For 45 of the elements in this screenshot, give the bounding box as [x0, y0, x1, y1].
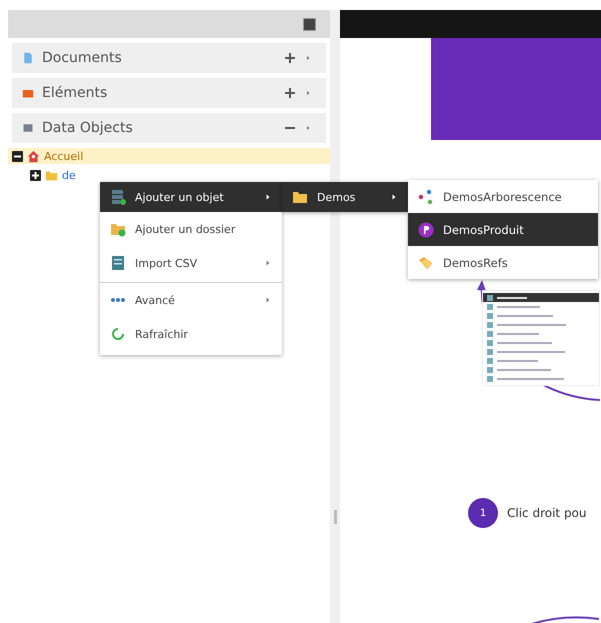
- caret-right-icon: [264, 193, 272, 201]
- stack-plus-icon: [110, 189, 126, 205]
- section-header[interactable]: Eléments: [12, 78, 326, 108]
- caret-right-icon: [304, 124, 312, 132]
- refresh-icon: [110, 326, 126, 342]
- spreadsheet-icon: [110, 255, 126, 271]
- section-label: Documents: [42, 50, 123, 66]
- tree-item[interactable]: de: [62, 168, 76, 182]
- caret-right-icon: [264, 296, 272, 304]
- menu-item[interactable]: DemosArborescence: [408, 180, 598, 213]
- home-icon: [27, 150, 40, 162]
- menu-item[interactable]: Avancé: [100, 282, 282, 317]
- expand-toggle-icon[interactable]: [30, 170, 41, 180]
- plus-icon[interactable]: [284, 87, 296, 99]
- section-label: Eléments: [42, 85, 108, 101]
- caret-right-icon: [304, 54, 312, 62]
- menu-item[interactable]: DemosProduit: [408, 213, 598, 246]
- splitter-handle[interactable]: [334, 510, 336, 524]
- section-label: Data Objects: [42, 120, 134, 136]
- nodes-icon: [418, 188, 434, 204]
- folder-icon: [22, 87, 34, 99]
- folder-icon: [292, 189, 308, 205]
- menu-item[interactable]: Ajouter un objet: [100, 182, 282, 212]
- menu-item[interactable]: Rafraîchir: [100, 317, 282, 351]
- caret-right-icon: [304, 89, 312, 97]
- menu-item[interactable]: Demos: [282, 182, 408, 212]
- section-header[interactable]: Data Objects: [12, 113, 326, 143]
- section-header[interactable]: Documents: [12, 43, 326, 73]
- collapse-icon[interactable]: [303, 18, 316, 30]
- step-number: 1: [468, 498, 498, 528]
- tree-item[interactable]: Accueil: [44, 150, 84, 162]
- menu-item[interactable]: Ajouter un dossier: [100, 212, 282, 246]
- caret-right-icon: [390, 193, 398, 201]
- caret-right-icon: [264, 259, 272, 267]
- step-text: Clic droit pou: [507, 506, 587, 520]
- folder-plus-icon: [110, 221, 126, 237]
- letter-circle-icon: [418, 222, 434, 238]
- collapse-toggle-icon[interactable]: [12, 150, 23, 162]
- menu-item[interactable]: DemosRefs: [408, 246, 598, 279]
- database-icon: [22, 122, 34, 134]
- menu-item[interactable]: Import CSV: [100, 246, 282, 280]
- plus-icon[interactable]: [284, 52, 296, 64]
- folder-icon: [45, 168, 58, 182]
- document-icon: [22, 52, 34, 64]
- tags-icon: [418, 254, 434, 270]
